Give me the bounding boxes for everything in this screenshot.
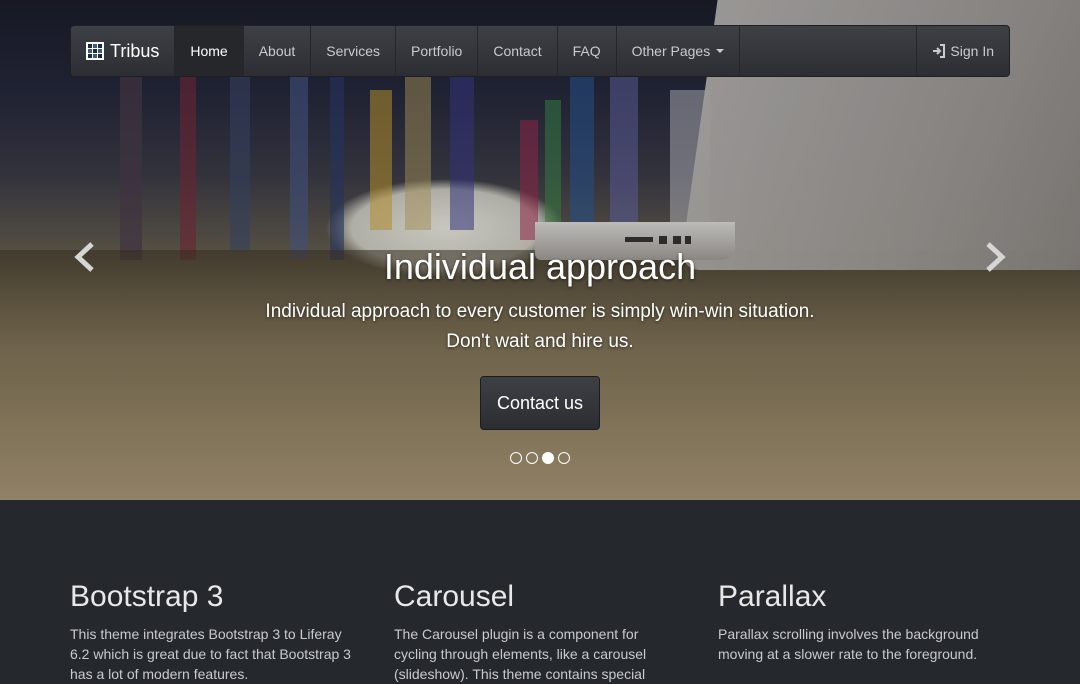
features-section: Bootstrap 3 This theme integrates Bootst…: [70, 580, 1010, 684]
feature-title: Parallax: [718, 580, 827, 613]
slide-subtitle-line2: Don't wait and hire us.: [446, 331, 634, 352]
logo-icon: [86, 42, 104, 60]
nav-other-pages-label: Other Pages: [631, 43, 711, 59]
slide-subtitle: Individual approach to every customer is…: [0, 297, 1080, 357]
sign-in-label: Sign In: [950, 43, 994, 59]
nav-about[interactable]: About: [244, 26, 312, 76]
slide-title: Individual approach: [383, 246, 697, 287]
carousel-indicators: [510, 452, 570, 464]
indicator-dot-2[interactable]: [526, 452, 538, 464]
feature-text: This theme integrates Bootstrap 3 to Lif…: [70, 626, 351, 682]
nav-contact[interactable]: Contact: [478, 26, 558, 76]
nav-faq[interactable]: FAQ: [558, 26, 617, 76]
indicator-dot-4[interactable]: [558, 452, 570, 464]
nav-home[interactable]: Home: [175, 26, 244, 76]
chevron-left-icon[interactable]: [70, 240, 100, 274]
feature-title: Bootstrap 3: [70, 580, 224, 613]
caret-down-icon: [716, 49, 725, 53]
feature-carousel: Carousel The Carousel plugin is a compon…: [394, 580, 685, 684]
nav-services[interactable]: Services: [311, 26, 396, 76]
contact-us-button[interactable]: Contact us: [480, 376, 600, 430]
feature-bootstrap: Bootstrap 3 This theme integrates Bootst…: [70, 580, 361, 684]
nav-other-pages[interactable]: Other Pages: [617, 26, 741, 76]
indicator-dot-1[interactable]: [510, 452, 522, 464]
feature-text: The Carousel plugin is a component for c…: [394, 626, 647, 682]
chevron-right-icon[interactable]: [980, 240, 1010, 274]
feature-title: Carousel: [394, 580, 515, 613]
sign-in-link[interactable]: Sign In: [916, 26, 1009, 76]
main-navbar: Tribus Home About Services Portfolio Con…: [70, 25, 1010, 77]
sign-in-icon: [933, 44, 946, 58]
nav-portfolio[interactable]: Portfolio: [396, 26, 479, 76]
brand[interactable]: Tribus: [71, 26, 176, 76]
feature-text: Parallax scrolling involves the backgrou…: [718, 626, 979, 662]
feature-parallax: Parallax Parallax scrolling involves the…: [718, 580, 1009, 684]
brand-name: Tribus: [110, 40, 160, 61]
slide-subtitle-line1: Individual approach to every customer is…: [265, 301, 815, 322]
carousel-caption: Individual approach Individual approach …: [0, 245, 1080, 357]
indicator-dot-3[interactable]: [542, 452, 554, 464]
